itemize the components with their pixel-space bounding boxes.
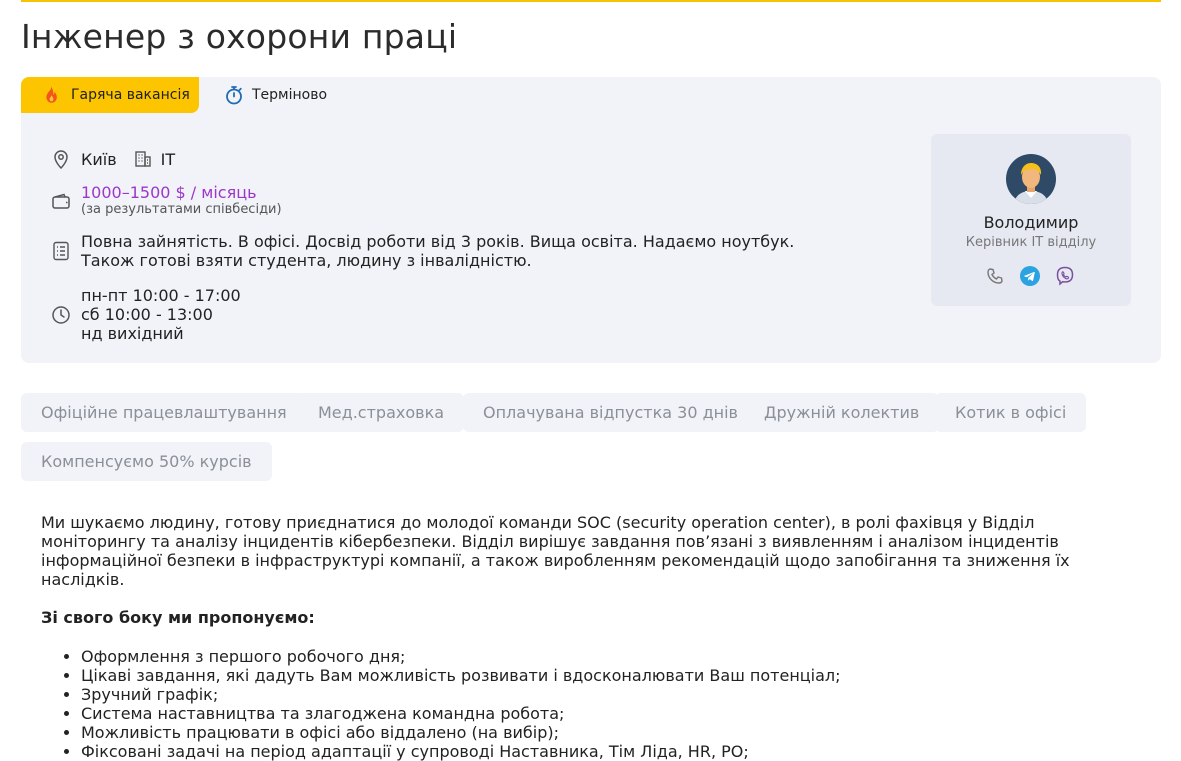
contact-card: Володимир Керівник IT відділу — [931, 134, 1131, 306]
wallet-icon — [51, 192, 71, 212]
benefit-chip: Оплачувана відпустка 30 днів — [463, 393, 758, 432]
contact-name: Володимир — [983, 213, 1079, 232]
benefit-chip: Котик в офісі — [935, 393, 1087, 432]
list-item: Цікаві завдання, які дадуть Вам можливіс… — [81, 666, 1141, 685]
city-label: Київ — [81, 149, 117, 169]
avatar — [1006, 154, 1056, 204]
conditions-line-2: Також готові взяти студента, людину з ін… — [81, 251, 532, 270]
benefit-chip: Офіційне працевлаштування — [21, 393, 307, 432]
clock-icon — [51, 305, 71, 325]
category-label: IT — [160, 149, 176, 169]
phone-icon[interactable] — [985, 266, 1005, 286]
list-item: Можливість працювати в офісі або віддале… — [81, 723, 1141, 742]
conditions-row: Повна зайнятість. В офісі. Досвід роботи… — [51, 232, 794, 270]
top-accent-line — [21, 0, 1161, 2]
schedule-weekdays: пн-пт 10:00 - 17:00 — [81, 286, 241, 305]
list-item: Фіксовані задачі на період адаптації у с… — [81, 742, 1141, 761]
contact-role: Керівник IT відділу — [965, 235, 1097, 250]
offer-list: Оформлення з першого робочого дня; Цікав… — [41, 647, 1141, 761]
hot-vacancy-label: Гаряча вакансія — [71, 87, 190, 103]
salary-row: 1000–1500 $ / місяць (за результатами сп… — [51, 184, 282, 217]
schedule-sunday: нд вихідний — [81, 324, 184, 343]
page-title: Інженер з охорони праці — [21, 17, 458, 56]
offer-heading: Зі свого боку ми пропонуємо: — [41, 608, 315, 627]
conditions-line-1: Повна зайнятість. В офісі. Досвід роботи… — [81, 232, 795, 251]
stopwatch-icon — [224, 85, 244, 105]
salary-range: 1000–1500 $ / місяць — [81, 183, 257, 202]
hot-vacancy-tag: Гаряча вакансія — [21, 77, 199, 113]
viber-icon[interactable] — [1055, 266, 1075, 286]
list-item: Зручний графік; — [81, 685, 1141, 704]
location-pin-icon — [51, 149, 71, 169]
urgent-tag: Терміново — [224, 77, 327, 113]
benefit-chip: Мед.страховка — [298, 393, 465, 432]
list-item: Система наставництва та злагоджена коман… — [81, 704, 1141, 723]
benefit-chip: Компенсуємо 50% курсів — [21, 442, 272, 481]
benefit-chip: Дружній колектив — [744, 393, 940, 432]
schedule-saturday: сб 10:00 - 13:00 — [81, 305, 213, 324]
list-item: Оформлення з першого робочого дня; — [81, 647, 1141, 666]
salary-note: (за результатами співбесіди) — [81, 202, 282, 217]
schedule-row: пн-пт 10:00 - 17:00 сб 10:00 - 13:00 нд … — [51, 286, 241, 343]
vacancy-card: Гаряча вакансія Терміново Київ IT 1000–1… — [21, 77, 1161, 363]
urgent-label: Терміново — [252, 87, 328, 103]
telegram-icon[interactable] — [1020, 266, 1040, 286]
vacancy-description: Ми шукаємо людину, готову приєднатися до… — [41, 513, 1070, 589]
location-row: Київ IT — [51, 149, 175, 169]
document-list-icon — [51, 241, 71, 261]
fire-icon — [41, 85, 61, 105]
building-icon — [133, 149, 153, 169]
